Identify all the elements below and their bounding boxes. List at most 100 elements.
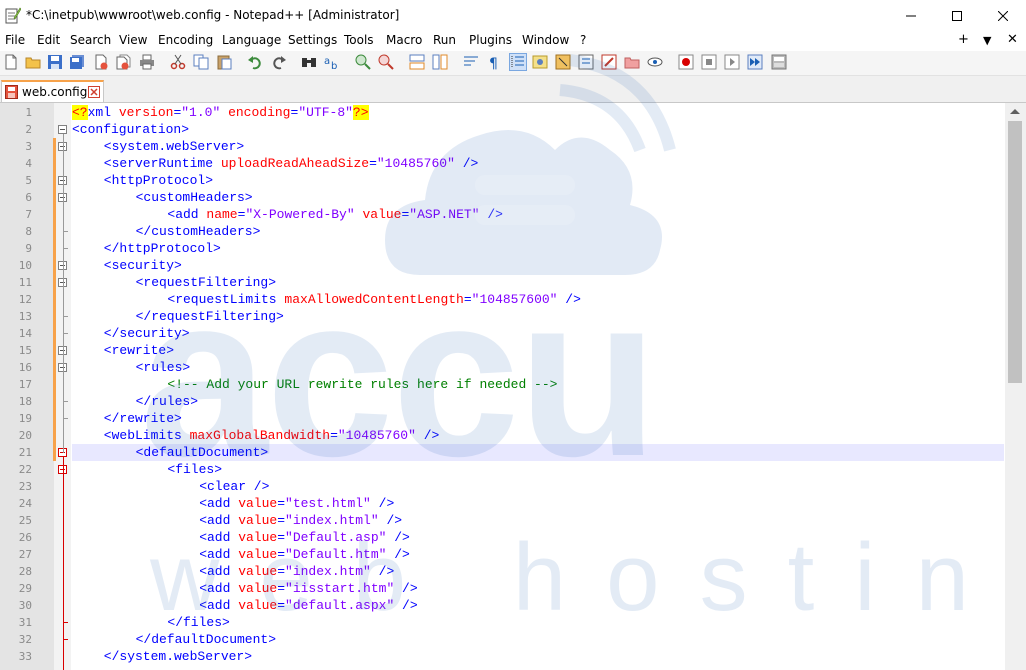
paste-icon[interactable]: [216, 54, 232, 70]
token-attr: value: [238, 530, 278, 545]
code-line[interactable]: <httpProtocol>: [104, 172, 213, 189]
macro-record-icon[interactable]: [678, 54, 694, 70]
token-tag: <files>: [167, 462, 222, 477]
code-line[interactable]: </system.webServer>: [104, 648, 252, 665]
scroll-up-arrow-icon[interactable]: [1010, 109, 1020, 114]
zoom-in-icon[interactable]: [355, 54, 371, 70]
maximize-button[interactable]: [934, 0, 980, 31]
tab-list-dropdown-button[interactable]: ▼: [983, 34, 991, 47]
code-line[interactable]: <requestLimits maxAllowedContentLength="…: [167, 291, 581, 308]
token-attr: value: [238, 513, 278, 528]
fold-end-tick: [63, 316, 68, 317]
menu-language[interactable]: Language: [222, 33, 281, 47]
menu-settings[interactable]: Settings: [288, 33, 337, 47]
menu-tools[interactable]: Tools: [344, 33, 374, 47]
code-line[interactable]: <?xml version="1.0" encoding="UTF-8"?>: [72, 104, 369, 121]
code-line[interactable]: </rewrite>: [104, 410, 182, 427]
code-line[interactable]: <rewrite>: [104, 342, 174, 359]
code-line[interactable]: <defaultDocument>: [136, 444, 269, 461]
code-line[interactable]: </customHeaders>: [136, 223, 261, 240]
code-line[interactable]: </security>: [104, 325, 190, 342]
fold-toggle-icon[interactable]: [58, 125, 67, 134]
token-attr: version: [118, 105, 174, 120]
define-language-icon[interactable]: [532, 54, 548, 70]
code-line[interactable]: <add value="iisstart.htm" />: [199, 580, 417, 597]
code-line[interactable]: <add name="X-Powered-By" value="ASP.NET"…: [167, 206, 503, 223]
menu-edit[interactable]: Edit: [37, 33, 60, 47]
code-line[interactable]: </requestFiltering>: [136, 308, 284, 325]
token-tag: </system.webServer>: [103, 649, 253, 664]
code-line[interactable]: </files>: [167, 614, 229, 631]
code-editor[interactable]: 1 <?xml version="1.0" encoding="UTF-8"?> 2…: [0, 103, 1005, 670]
open-file-icon[interactable]: [25, 54, 41, 70]
close-document-button[interactable]: ✕: [1007, 32, 1018, 47]
document-map-icon[interactable]: [555, 54, 571, 70]
menu-window[interactable]: Window: [522, 33, 569, 47]
code-line[interactable]: </httpProtocol>: [104, 240, 221, 257]
close-all-icon[interactable]: [115, 54, 131, 70]
macro-play-icon[interactable]: [724, 54, 740, 70]
code-line[interactable]: </rules>: [136, 393, 198, 410]
code-line[interactable]: <clear />: [199, 478, 269, 495]
cut-icon[interactable]: [170, 54, 186, 70]
new-file-icon[interactable]: [3, 54, 19, 70]
code-line[interactable]: <security>: [104, 257, 182, 274]
token-attr: value: [362, 207, 402, 222]
vertical-scrollbar[interactable]: [1005, 103, 1026, 670]
tab-web-config[interactable]: web.config: [1, 80, 104, 102]
menu-file[interactable]: File: [5, 33, 25, 47]
print-icon[interactable]: [139, 54, 155, 70]
menu-search[interactable]: Search: [70, 33, 111, 47]
save-all-icon[interactable]: [69, 54, 85, 70]
show-all-characters-icon[interactable]: ¶: [486, 54, 502, 70]
code-line[interactable]: </defaultDocument>: [136, 631, 276, 648]
undo-icon[interactable]: [247, 54, 263, 70]
code-line[interactable]: <customHeaders>: [136, 189, 253, 206]
close-window-button[interactable]: [980, 0, 1026, 31]
word-wrap-icon[interactable]: [463, 54, 479, 70]
sync-horizontal-icon[interactable]: [432, 54, 448, 70]
indent-guide-icon[interactable]: [509, 53, 527, 71]
line-number: 6: [25, 191, 32, 204]
menu-help[interactable]: ?: [580, 33, 586, 47]
zoom-out-icon[interactable]: [378, 54, 394, 70]
macro-run-multiple-icon[interactable]: [747, 54, 763, 70]
minimize-button[interactable]: [888, 0, 934, 31]
code-line[interactable]: <webLimits maxGlobalBandwidth="10485760"…: [104, 427, 440, 444]
scroll-thumb[interactable]: [1008, 121, 1022, 383]
menu-run[interactable]: Run: [433, 33, 456, 47]
monitoring-eye-icon[interactable]: [647, 54, 663, 70]
code-line[interactable]: <add value="Default.asp" />: [199, 529, 410, 546]
copy-icon[interactable]: [193, 54, 209, 70]
macro-save-icon[interactable]: [771, 54, 787, 70]
code-line[interactable]: <system.webServer>: [104, 138, 244, 155]
find-icon[interactable]: [301, 54, 317, 70]
line-number: 3: [25, 140, 32, 153]
menu-macro[interactable]: Macro: [386, 33, 422, 47]
sync-vertical-icon[interactable]: [409, 54, 425, 70]
menu-view[interactable]: View: [119, 33, 147, 47]
save-icon[interactable]: [47, 54, 63, 70]
code-line[interactable]: <add value="index.htm" />: [199, 563, 394, 580]
code-line[interactable]: <rules>: [136, 359, 191, 376]
code-line[interactable]: <files>: [167, 461, 222, 478]
menu-encoding[interactable]: Encoding: [158, 33, 213, 47]
folder-as-workspace-icon[interactable]: [601, 54, 617, 70]
code-line[interactable]: <!-- Add your URL rewrite rules here if …: [167, 376, 557, 393]
tab-close-icon[interactable]: [88, 86, 100, 98]
replace-icon[interactable]: ab: [324, 54, 340, 70]
new-tab-plus-button[interactable]: +: [958, 32, 969, 47]
folder-icon[interactable]: [624, 54, 640, 70]
redo-icon[interactable]: [271, 54, 287, 70]
code-line[interactable]: <configuration>: [72, 121, 189, 138]
code-line[interactable]: <add value="test.html" />: [199, 495, 394, 512]
code-line[interactable]: <add value="index.html" />: [199, 512, 402, 529]
code-line[interactable]: <requestFiltering>: [136, 274, 276, 291]
code-line[interactable]: <serverRuntime uploadReadAheadSize="1048…: [104, 155, 479, 172]
function-list-icon[interactable]: [578, 54, 594, 70]
macro-stop-icon[interactable]: [701, 54, 717, 70]
code-line[interactable]: <add value="default.aspx" />: [199, 597, 417, 614]
code-line[interactable]: <add value="Default.htm" />: [199, 546, 410, 563]
menu-plugins[interactable]: Plugins: [469, 33, 512, 47]
close-file-icon[interactable]: [93, 54, 109, 70]
